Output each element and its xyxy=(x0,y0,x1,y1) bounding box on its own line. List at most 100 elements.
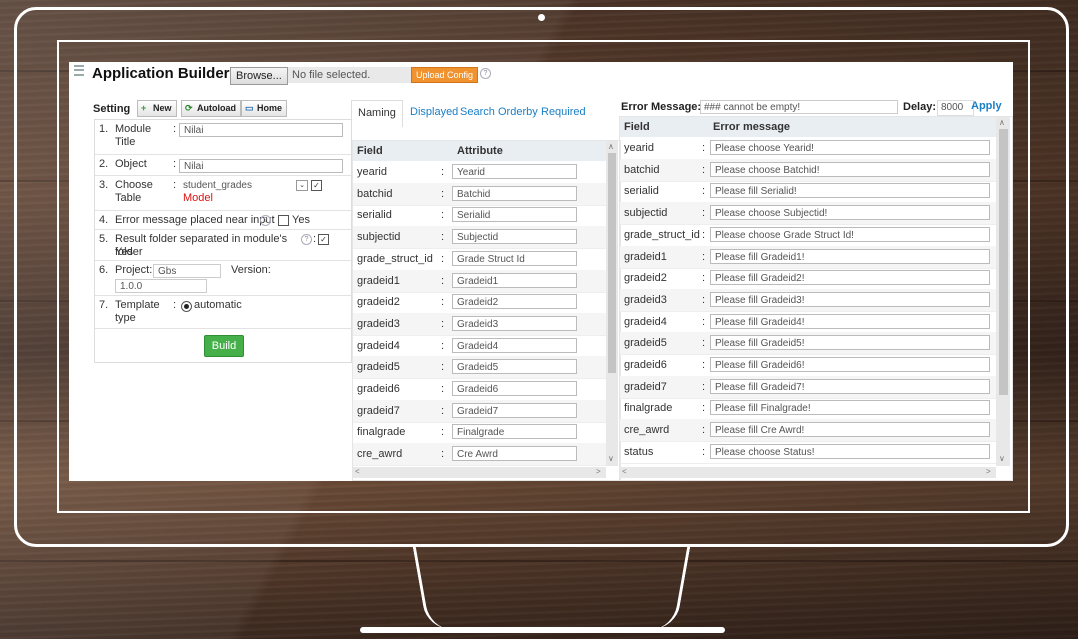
colon: : xyxy=(441,274,445,287)
delay-input[interactable]: 8000 xyxy=(937,100,974,116)
table-row: status: Please choose Status! xyxy=(620,441,996,464)
help-icon[interactable]: ? xyxy=(480,68,491,79)
error-message-field[interactable]: Please fill Cre Awrd! xyxy=(710,422,990,438)
error-message-field[interactable]: Please fill Gradeid7! xyxy=(710,378,990,394)
attribute-input[interactable]: Finalgrade xyxy=(452,424,577,440)
scroll-thumb[interactable] xyxy=(608,153,616,373)
scroll-down-icon[interactable]: ∨ xyxy=(999,454,1005,463)
plus-icon: + xyxy=(141,103,147,113)
help-icon[interactable]: ? xyxy=(301,234,312,245)
new-button[interactable]: + New xyxy=(137,100,177,117)
table-row: subjectid: Please choose Subjectid! xyxy=(620,202,996,226)
scroll-thumb[interactable] xyxy=(999,129,1008,395)
attribute-input[interactable]: Gradeid3 xyxy=(452,315,577,331)
colon: : xyxy=(702,163,706,176)
help-icon[interactable]: ? xyxy=(260,215,271,226)
error-message-input[interactable]: ### cannot be empty! xyxy=(700,100,898,114)
project-input[interactable]: Gbs xyxy=(153,264,221,278)
attribute-input[interactable]: Gradeid2 xyxy=(452,294,577,310)
naming-hscrollbar[interactable]: < > xyxy=(353,467,606,478)
table-row: cre_awrd: Please fill Cre Awrd! xyxy=(620,419,996,443)
setting-row-module-title: 1. Module Title : Nilai xyxy=(95,120,351,155)
error-message-field[interactable]: Please fill Gradeid4! xyxy=(710,313,990,329)
apply-button[interactable]: Apply xyxy=(971,100,1002,112)
autoload-label: Autoload xyxy=(197,103,236,113)
attribute-header: Attribute xyxy=(457,145,503,157)
colon: : xyxy=(702,445,706,458)
attribute-input[interactable]: Subjectid xyxy=(452,229,577,245)
error-message-field[interactable]: Please fill Gradeid2! xyxy=(710,270,990,286)
naming-scrollbar[interactable]: ∧ ∨ xyxy=(606,141,618,466)
attribute-input[interactable]: Cre Awrd xyxy=(452,446,577,462)
colon: : xyxy=(441,317,445,330)
colon: : xyxy=(173,179,177,191)
scroll-left-icon[interactable]: < xyxy=(622,467,627,476)
row-number: 7. xyxy=(99,299,109,311)
error-message-field[interactable]: Please fill Gradeid5! xyxy=(710,335,990,351)
automatic-radio[interactable] xyxy=(181,301,192,312)
colon: : xyxy=(702,142,706,154)
version-input[interactable]: 1.0.0 xyxy=(115,279,207,293)
row-number: 5. xyxy=(99,233,109,245)
table-row: gradeid3: Gradeid3 xyxy=(353,312,606,336)
field-name: gradeid3 xyxy=(357,317,400,330)
table-row: grade_struct_id: Grade Struct Id xyxy=(353,248,606,271)
browse-button[interactable]: Browse... xyxy=(230,67,288,85)
scroll-up-icon[interactable]: ∧ xyxy=(608,142,614,151)
module-title-input[interactable]: Nilai xyxy=(179,123,343,137)
attribute-input[interactable]: Gradeid7 xyxy=(452,402,577,418)
error-message-field[interactable]: Please choose Yearid! xyxy=(710,140,990,155)
scroll-up-icon[interactable]: ∧ xyxy=(999,118,1005,127)
error-message-field[interactable]: Please fill Finalgrade! xyxy=(710,400,990,416)
home-button[interactable]: ▭ Home xyxy=(241,100,288,117)
attribute-input[interactable]: Gradeid6 xyxy=(452,381,577,396)
error-message-field[interactable]: Please choose Grade Struct Id! xyxy=(710,226,990,242)
error-hscrollbar[interactable]: < > xyxy=(620,467,996,478)
error-message-field[interactable]: Please fill Gradeid6! xyxy=(710,357,990,372)
tab-required[interactable]: Required xyxy=(535,100,592,124)
object-input[interactable]: Nilai xyxy=(179,159,343,173)
attribute-input[interactable]: Gradeid4 xyxy=(452,337,577,353)
error-message-field[interactable]: Please fill Gradeid1! xyxy=(710,248,990,264)
attribute-input[interactable]: Gradeid1 xyxy=(452,272,577,288)
attribute-input[interactable]: Gradeid5 xyxy=(452,359,577,375)
result-folder-checkbox[interactable]: ✓ xyxy=(318,234,329,245)
error-message-field[interactable]: Please choose Subjectid! xyxy=(710,205,990,221)
setting-label-project: Project: xyxy=(115,264,153,276)
autoload-button[interactable]: ⟳ Autoload xyxy=(181,100,241,117)
attribute-input[interactable]: Yearid xyxy=(452,164,577,179)
error-message-field[interactable]: Please fill Serialid! xyxy=(710,183,990,199)
scroll-right-icon[interactable]: > xyxy=(596,467,601,476)
build-button[interactable]: Build xyxy=(204,335,244,357)
colon: : xyxy=(173,123,177,135)
error-message-field[interactable]: Please choose Status! xyxy=(710,443,990,459)
naming-header: Field Attribute xyxy=(353,141,606,161)
attribute-input[interactable]: Grade Struct Id xyxy=(452,250,577,266)
scroll-down-icon[interactable]: ∨ xyxy=(608,454,614,463)
scroll-right-icon[interactable]: > xyxy=(986,467,991,476)
row-number: 3. xyxy=(99,179,109,191)
table-row: yearid: Yearid xyxy=(353,161,606,184)
error-near-input-checkbox[interactable] xyxy=(278,215,289,226)
colon: : xyxy=(441,383,445,395)
scroll-left-icon[interactable]: < xyxy=(355,467,360,476)
error-scrollbar[interactable]: ∧ ∨ xyxy=(996,117,1010,466)
chevron-down-icon[interactable]: ⌄ xyxy=(296,180,308,191)
field-name: gradeid6 xyxy=(624,359,667,371)
tab-naming[interactable]: Naming xyxy=(351,100,403,127)
menu-icon[interactable] xyxy=(74,65,84,76)
field-name: yearid xyxy=(624,142,654,154)
delay-label: Delay: xyxy=(903,101,937,113)
table-row: gradeid5: Gradeid5 xyxy=(353,356,606,380)
attribute-input[interactable]: Serialid xyxy=(452,207,577,223)
camera-dot xyxy=(538,14,545,21)
error-message-field[interactable]: Please fill Gradeid3! xyxy=(710,291,990,307)
model-checkbox[interactable]: ✓ xyxy=(311,180,322,191)
setting-toolbar: Setting + New ⟳ Autoload ▭ Home xyxy=(93,100,353,118)
table-select[interactable]: student_grades xyxy=(179,179,307,193)
attribute-input[interactable]: Batchid xyxy=(452,185,577,201)
table-row: gradeid7: Gradeid7 xyxy=(353,399,606,423)
error-message-field[interactable]: Please choose Batchid! xyxy=(710,161,990,177)
colon: : xyxy=(702,337,706,350)
upload-config-button[interactable]: Upload Config xyxy=(411,67,479,83)
